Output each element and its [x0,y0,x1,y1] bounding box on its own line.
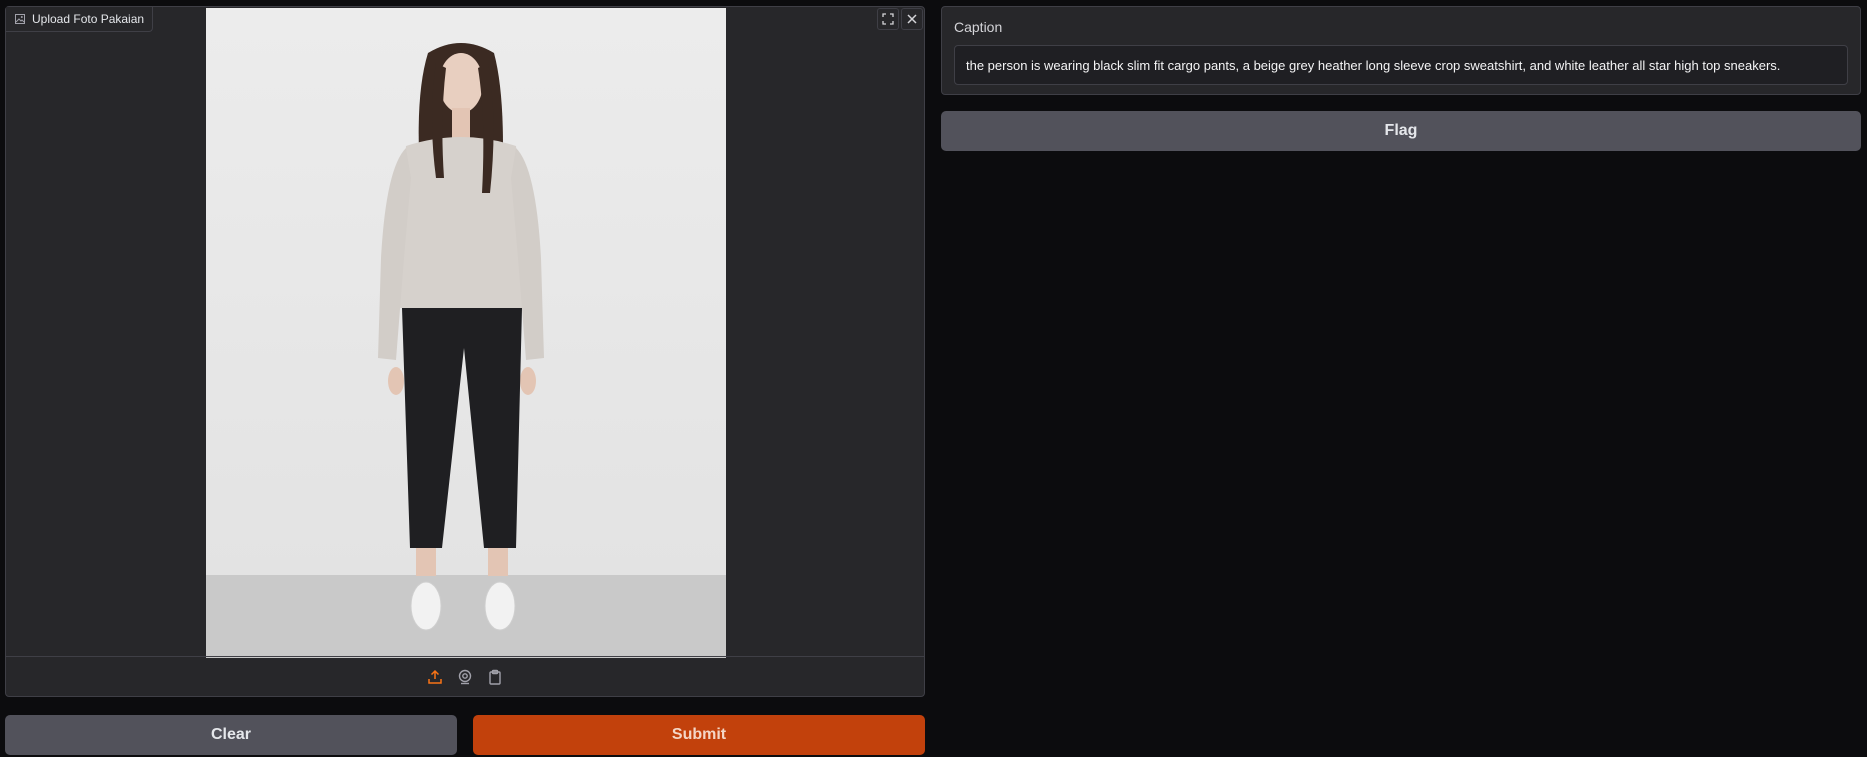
close-icon[interactable] [901,8,923,30]
uploaded-photo [206,8,726,658]
image-input-label-text: Upload Foto Pakaian [32,12,145,26]
webcam-icon[interactable] [454,666,476,688]
image-input-label: Upload Foto Pakaian [6,7,154,32]
fullscreen-icon[interactable] [877,8,899,30]
image-icon [14,13,26,25]
clipboard-icon[interactable] [484,666,506,688]
caption-panel: Caption the person is wearing black slim… [941,6,1861,95]
image-source-toolbar [6,656,924,696]
submit-button[interactable]: Submit [473,715,925,755]
image-upload-panel[interactable]: Upload Foto Pakaian [5,6,925,697]
caption-label: Caption [954,19,1003,35]
caption-textbox[interactable]: the person is wearing black slim fit car… [954,45,1848,85]
flag-button[interactable]: Flag [941,111,1861,151]
clear-button[interactable]: Clear [5,715,457,755]
upload-icon[interactable] [424,666,446,688]
